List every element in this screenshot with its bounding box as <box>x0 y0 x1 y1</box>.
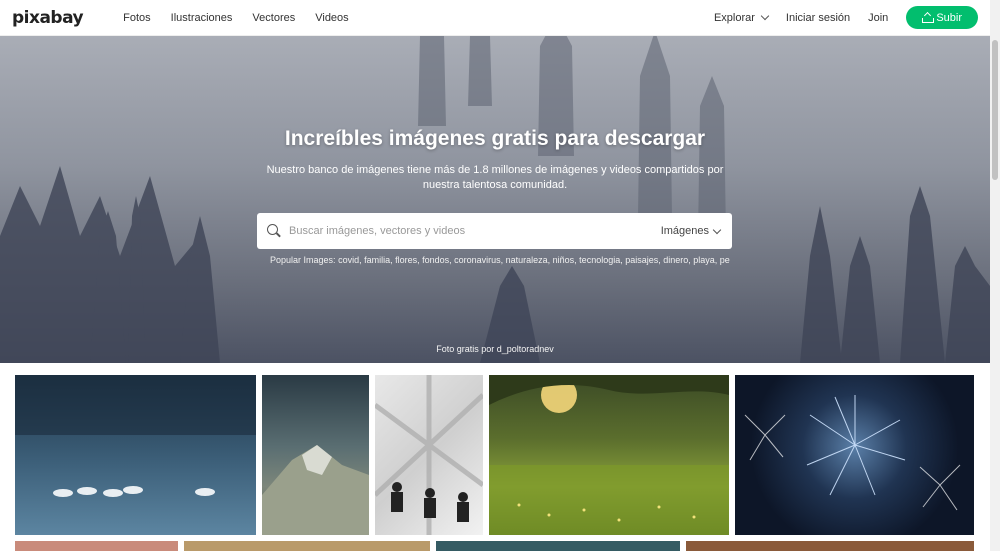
top-header: pixabay Fotos Ilustraciones Vectores Vid… <box>0 0 990 36</box>
fireworks-graphic <box>744 395 961 511</box>
gallery-image-row2-1[interactable] <box>15 541 178 551</box>
page-scrollbar[interactable] <box>990 0 1000 551</box>
search-type-dropdown[interactable]: Imágenes <box>660 225 722 237</box>
login-link[interactable]: Iniciar sesión <box>786 12 850 24</box>
gallery-image-meadow-sunrise[interactable] <box>489 375 729 535</box>
search-bar[interactable]: Imágenes <box>257 213 732 249</box>
gallery-image-row2-4[interactable] <box>686 541 974 551</box>
popular-searches: Popular Images: covid, familia, flores, … <box>270 255 730 265</box>
chevron-down-icon <box>760 11 770 21</box>
search-type-label: Imágenes <box>660 225 709 237</box>
search-icon[interactable] <box>267 224 281 238</box>
gallery-image-people-window[interactable] <box>375 375 483 535</box>
gallery-image-mountain[interactable] <box>262 375 369 535</box>
join-link[interactable]: Join <box>868 12 888 24</box>
nav-fotos[interactable]: Fotos <box>123 12 151 24</box>
meadow-graphic <box>489 375 729 535</box>
hero-title: Increíbles imágenes gratis para descarga… <box>284 127 706 150</box>
popular-terms[interactable]: covid, familia, flores, fondos, coronavi… <box>338 255 730 265</box>
popular-label: Popular Images: <box>270 255 336 265</box>
header-actions: Explorar Iniciar sesión Join Subir <box>714 6 978 29</box>
scrollbar-thumb[interactable] <box>992 40 998 180</box>
pelicans-graphic <box>15 375 256 497</box>
chevron-down-icon <box>712 225 722 234</box>
explore-menu[interactable]: Explorar <box>713 11 770 24</box>
gallery-image-row2-3[interactable] <box>436 541 680 551</box>
main-nav: Fotos Ilustraciones Vectores Videos <box>123 12 349 24</box>
upload-label: Subir <box>936 11 962 24</box>
upload-button[interactable]: Subir <box>906 6 978 29</box>
mountain-graphic <box>262 445 369 535</box>
gallery-image-pelicans[interactable] <box>15 375 256 535</box>
nav-vectores[interactable]: Vectores <box>252 12 295 24</box>
pixabay-logo[interactable]: pixabay <box>12 8 84 28</box>
upload-icon <box>922 13 935 23</box>
image-gallery <box>0 363 990 551</box>
photo-credit[interactable]: Foto gratis por d_poltoradnev <box>0 344 990 354</box>
nav-ilustraciones[interactable]: Ilustraciones <box>171 12 233 24</box>
search-input[interactable] <box>289 225 659 237</box>
hero-subtitle: Nuestro banco de imágenes tiene más de 1… <box>266 164 724 191</box>
hero-banner: Increíbles imágenes gratis para descarga… <box>0 36 990 363</box>
gallery-image-row2-2[interactable] <box>184 541 430 551</box>
gallery-image-fireworks[interactable] <box>735 375 974 535</box>
explore-label: Explorar <box>713 11 755 24</box>
nav-videos[interactable]: Videos <box>315 12 348 24</box>
hero-content: Increíbles imágenes gratis para descarga… <box>0 36 990 363</box>
window-graphic <box>375 375 483 535</box>
